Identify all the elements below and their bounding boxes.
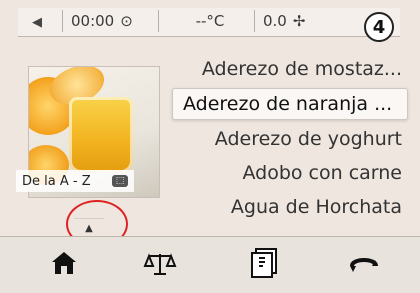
temperature-display: --°C — [158, 10, 253, 32]
bottom-nav — [0, 236, 420, 293]
scale-button[interactable] — [132, 245, 188, 285]
scale-icon — [139, 248, 181, 282]
recipe-item[interactable]: Adobo con carne — [172, 158, 408, 188]
speed-icon: ✢ — [292, 12, 306, 30]
recipe-item[interactable]: Aderezo de mostaz... — [172, 54, 408, 84]
category-label[interactable]: De la A - Z ⬚ — [16, 170, 134, 192]
home-button[interactable] — [36, 245, 92, 285]
juice-glass-graphic — [69, 97, 133, 173]
status-bar: ◀ 00:00 ⊙ --°C 0.0 ✢ 4 — [18, 8, 400, 42]
screen: ◀ 00:00 ⊙ --°C 0.0 ✢ 4 De la A - Z ⬚ ▲ A… — [0, 0, 420, 293]
home-icon — [49, 248, 79, 282]
speed-display: 0.0 ✢ — [254, 10, 331, 32]
time-display: 00:00 ⊙ — [62, 10, 159, 32]
temperature-value: --°C — [195, 12, 225, 30]
recipe-item-selected[interactable]: Aderezo de naranja ... — [172, 88, 408, 120]
category-badge-icon: ⬚ — [112, 175, 128, 187]
time-value: 00:00 — [71, 12, 115, 30]
recipe-item[interactable]: Agua de Horchata — [172, 192, 408, 222]
step-indicator: 4 — [364, 12, 394, 42]
clock-icon: ⊙ — [120, 12, 133, 30]
turbo-icon — [344, 248, 384, 282]
speed-value: 0.0 — [263, 12, 287, 30]
recipe-book-icon — [247, 246, 281, 284]
recipe-list: Aderezo de mostaz... Aderezo de naranja … — [172, 54, 408, 226]
category-label-text: De la A - Z — [22, 173, 91, 189]
left-arrow-icon[interactable]: ◀ — [26, 11, 48, 33]
recipe-book-button[interactable] — [236, 245, 292, 285]
recipe-item[interactable]: Aderezo de yoghurt — [172, 124, 408, 154]
turbo-button[interactable] — [336, 245, 392, 285]
